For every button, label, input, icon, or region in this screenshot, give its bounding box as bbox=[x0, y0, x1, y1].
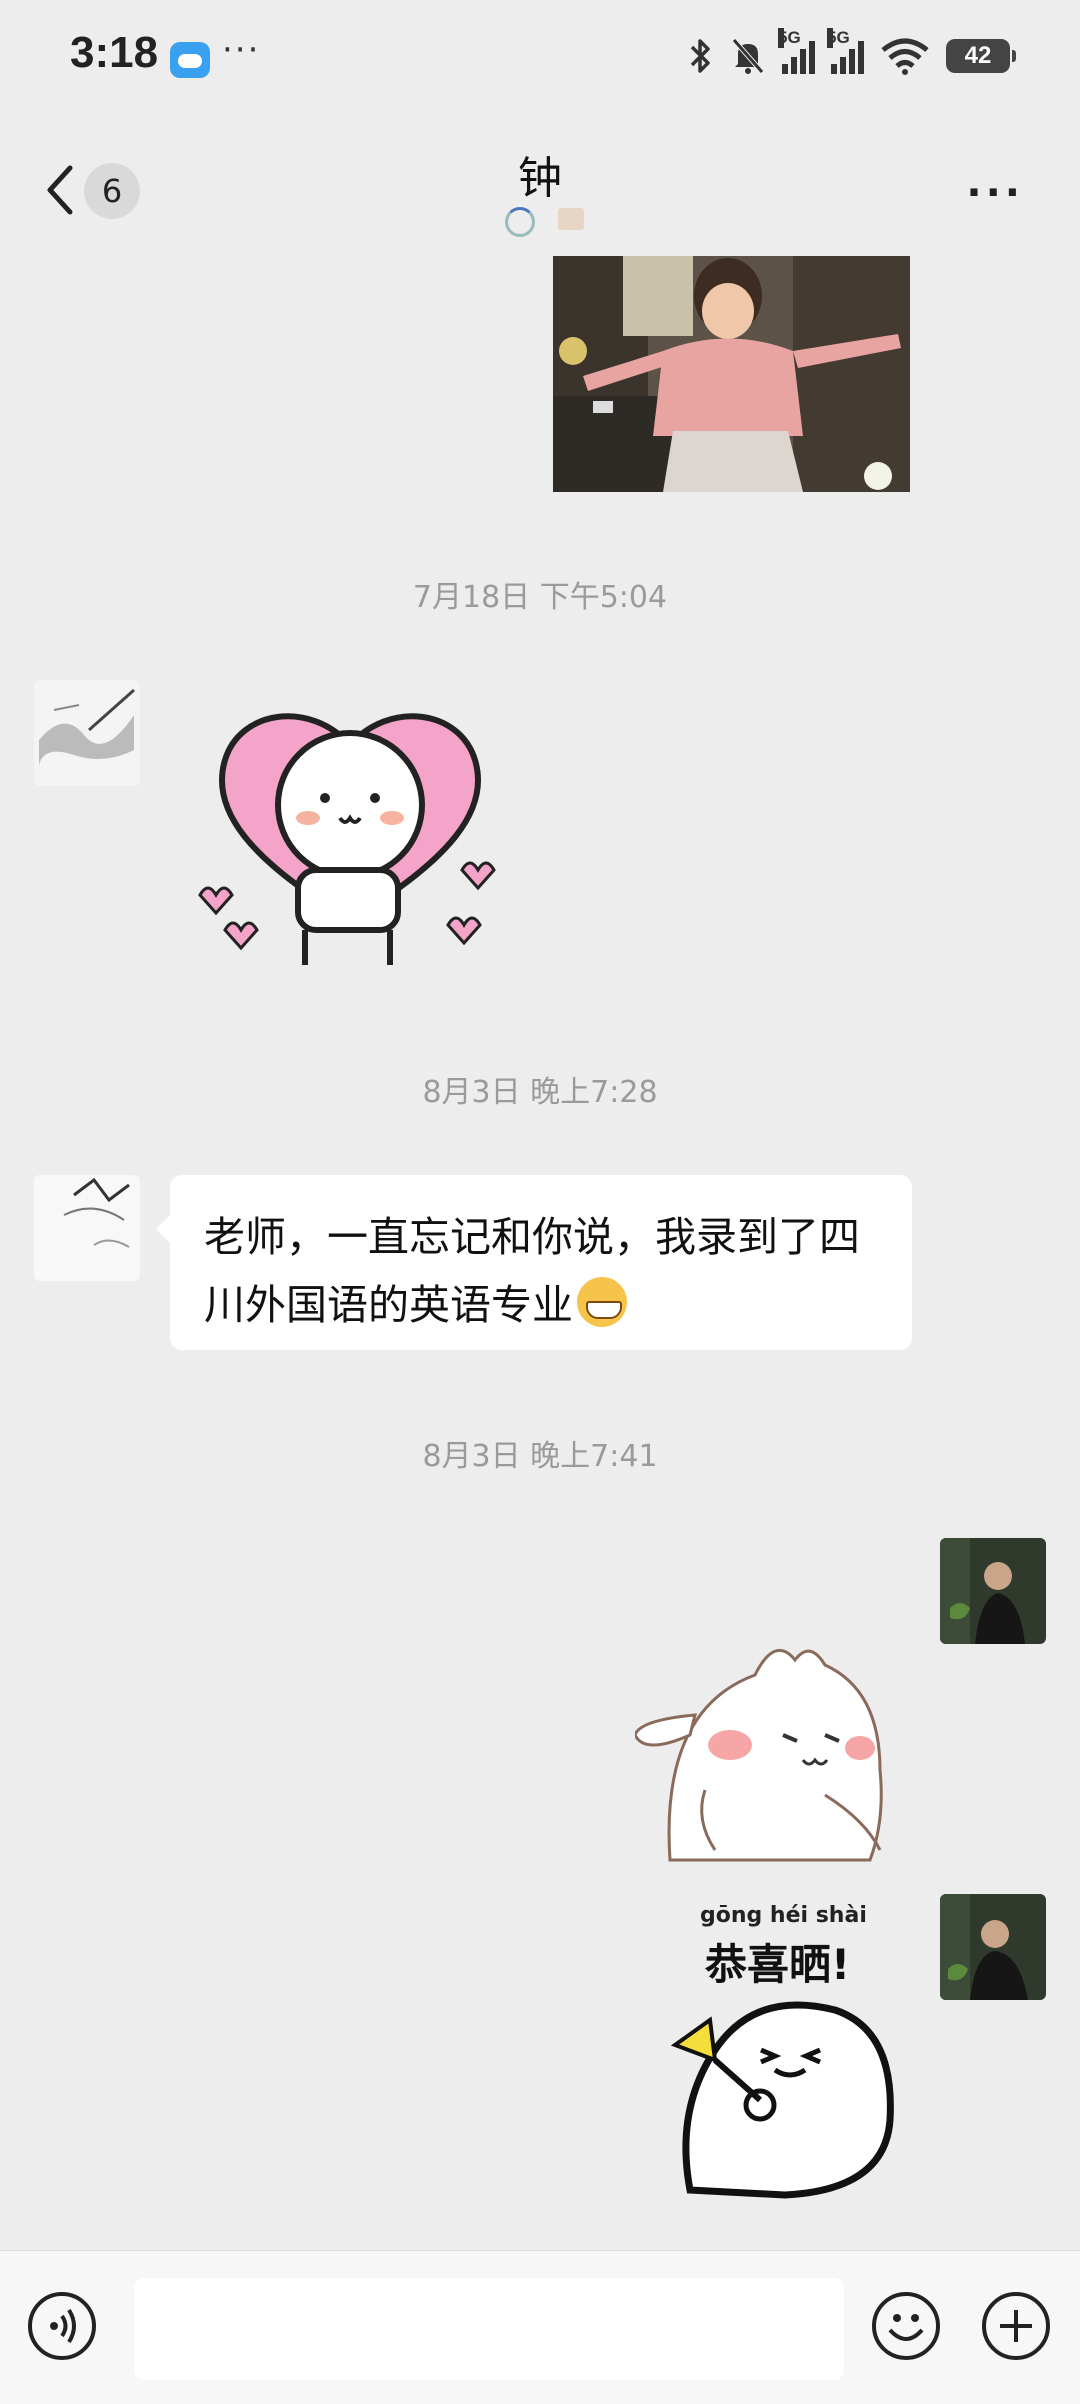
weather-icon bbox=[170, 42, 210, 78]
avatar[interactable] bbox=[940, 1538, 1046, 1644]
status-time: 3:18 bbox=[70, 28, 159, 77]
heart-sticker[interactable] bbox=[190, 690, 510, 970]
message-bubble[interactable]: 老师，一直忘记和你说，我录到了四川外国语的英语专业 bbox=[156, 1175, 912, 1350]
timestamp: 8月3日 晚上7:41 bbox=[422, 1439, 658, 1474]
voice-input-button[interactable] bbox=[28, 2292, 96, 2360]
signal-icon: 5G bbox=[778, 28, 815, 74]
chat-title: 钟 bbox=[518, 153, 562, 204]
smiley-icon bbox=[888, 2314, 924, 2341]
avatar[interactable] bbox=[940, 1894, 1046, 2000]
thumbnail-preview bbox=[558, 208, 584, 230]
avatar[interactable] bbox=[34, 1175, 140, 1281]
status-icons: 5G 5G 42 bbox=[688, 28, 1016, 76]
timestamp: 7月18日 下午5:04 bbox=[412, 580, 668, 615]
loading-spinner-icon bbox=[505, 207, 535, 237]
video-thumbnail bbox=[553, 256, 910, 492]
wifi-icon bbox=[881, 38, 929, 75]
sticker-pinyin: gōng héi shài bbox=[700, 1903, 867, 1928]
sticker-caption: 恭喜晒! bbox=[705, 1940, 851, 1989]
message-text: 老师，一直忘记和你说，我录到了四川外国语的英语专业 bbox=[204, 1213, 860, 1329]
notification-more: ··· bbox=[222, 30, 261, 70]
emoji-button[interactable] bbox=[872, 2292, 940, 2360]
sticker-message[interactable] bbox=[633, 1620, 900, 1865]
more-options-button[interactable]: ··· bbox=[966, 170, 1024, 216]
mute-bell-icon bbox=[732, 38, 764, 74]
voice-icon bbox=[50, 2308, 76, 2344]
plus-icon bbox=[1000, 2310, 1032, 2342]
signal-icon: 5G bbox=[827, 28, 864, 74]
congrats-sticker[interactable]: gōng héi shài 恭喜晒! bbox=[665, 1895, 905, 2200]
message-input[interactable] bbox=[134, 2278, 844, 2380]
video-message[interactable] bbox=[553, 256, 910, 492]
timestamp: 8月3日 晚上7:28 bbox=[422, 1075, 658, 1110]
add-button[interactable] bbox=[982, 2292, 1050, 2360]
bluetooth-icon bbox=[690, 39, 710, 73]
avatar[interactable] bbox=[34, 680, 140, 786]
grinning-emoji-icon bbox=[577, 1277, 627, 1327]
battery-icon: 42 bbox=[946, 39, 1016, 73]
